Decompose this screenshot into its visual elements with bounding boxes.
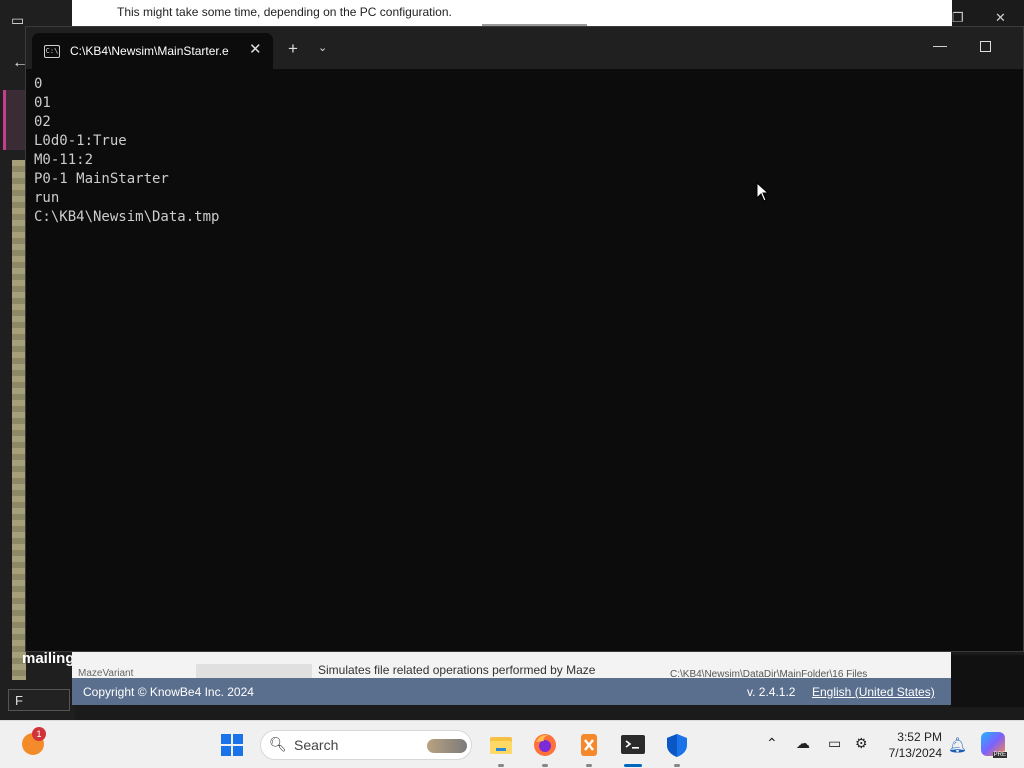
scenario-status-cell <box>196 664 312 678</box>
copilot-icon[interactable]: PRE <box>981 732 1007 758</box>
close-tab-icon[interactable]: ✕ <box>249 40 262 58</box>
app-running-indicator <box>542 764 548 767</box>
background-window-edge <box>950 655 1024 707</box>
app-running-indicator <box>498 764 504 767</box>
terminal-titlebar[interactable]: C:\ C:\KB4\Newsim\MainStarter.e ✕ + ⌄ — <box>26 27 1023 69</box>
terminal-line: M0-11:2 <box>34 152 94 168</box>
close-window-icon[interactable]: ✕ <box>995 10 1006 26</box>
mouse-pointer-icon <box>756 182 770 202</box>
system-clock[interactable]: 3:52 PM 7/13/2024 <box>880 729 942 761</box>
taskbar: 1 🔍︎ Search ⌃ ☁ ▭ ⚙ 3:52 PM 7/13/2024 🔔︎… <box>0 720 1024 768</box>
terminal-tab-active[interactable]: C:\ C:\KB4\Newsim\MainStarter.e ✕ <box>32 33 273 69</box>
active-app-indicator <box>624 764 642 767</box>
footer-bar: Copyright © KnowBe4 Inc. 2024 v. 2.4.1.2… <box>72 678 951 705</box>
notification-badge: 1 <box>32 727 46 741</box>
search-highlight-image <box>427 739 467 753</box>
app-running-indicator <box>674 764 680 767</box>
terminal-line: C:\KB4\Newsim\Data.tmp <box>34 209 220 225</box>
command-prompt-icon: C:\ <box>44 45 60 58</box>
orange-app-icon[interactable] <box>576 732 602 758</box>
background-tab[interactable] <box>3 90 26 150</box>
version-text: v. 2.4.1.2 <box>747 685 796 699</box>
restore-window-icon[interactable]: ❐ <box>952 10 964 26</box>
security-shield-icon[interactable] <box>664 732 690 758</box>
search-label: Search <box>294 737 339 753</box>
scenario-list-row[interactable]: MazeVariant Simulates file related opera… <box>72 652 951 680</box>
terminal-line: 01 <box>34 95 51 111</box>
background-simulator-dialog: This might take some time, depending on … <box>72 0 952 26</box>
search-icon: 🔍︎ <box>269 736 287 752</box>
terminal-line: 02 <box>34 114 51 130</box>
terminal-window[interactable]: C:\ C:\KB4\Newsim\MainStarter.e ✕ + ⌄ — … <box>25 26 1024 652</box>
cloud-offline-icon[interactable]: ☁ <box>796 735 810 752</box>
taskbar-search-box[interactable]: 🔍︎ Search <box>260 730 472 760</box>
file-explorer-icon[interactable] <box>488 732 514 758</box>
dialog-notice-text: This might take some time, depending on … <box>117 5 452 19</box>
copyright-text: Copyright © KnowBe4 Inc. 2024 <box>83 685 254 699</box>
terminal-output[interactable]: 0 01 02 L0d0-1:True M0-11:2 P0-1 MainSta… <box>34 75 219 227</box>
chevron-down-icon[interactable]: ⌄ <box>318 41 327 54</box>
scenario-description: Simulates file related operations perfor… <box>318 663 596 677</box>
background-input-field[interactable]: F <box>8 689 70 711</box>
clock-time: 3:52 PM <box>897 730 942 744</box>
display-icon[interactable]: ▭ <box>828 735 841 752</box>
simulator-footer: MazeVariant Simulates file related opera… <box>72 652 951 705</box>
chevron-up-icon[interactable]: ⌃ <box>766 735 778 752</box>
network-status-icon[interactable]: ⚙ <box>855 735 868 752</box>
terminal-line: 0 <box>34 76 43 92</box>
minimize-button[interactable]: — <box>933 37 947 53</box>
background-document-strip <box>12 160 26 680</box>
clock-date: 7/13/2024 <box>888 746 942 760</box>
terminal-line: P0-1 MainStarter <box>34 171 169 187</box>
firefox-icon[interactable] <box>532 732 558 758</box>
terminal-line: run <box>34 190 60 206</box>
tab-title: C:\KB4\Newsim\MainStarter.e <box>70 44 229 58</box>
start-button[interactable] <box>221 734 243 756</box>
new-tab-button[interactable]: + <box>288 39 298 59</box>
language-link[interactable]: English (United States) <box>812 685 935 699</box>
background-mailing-text: mailing <box>22 650 75 667</box>
notification-bell-icon[interactable]: 🔔︎ <box>948 736 967 754</box>
maximize-button[interactable] <box>980 41 991 52</box>
terminal-line: L0d0-1:True <box>34 133 127 149</box>
app-running-indicator <box>586 764 592 767</box>
terminal-app-icon[interactable] <box>620 732 646 758</box>
copilot-badge: PRE <box>992 752 1007 758</box>
